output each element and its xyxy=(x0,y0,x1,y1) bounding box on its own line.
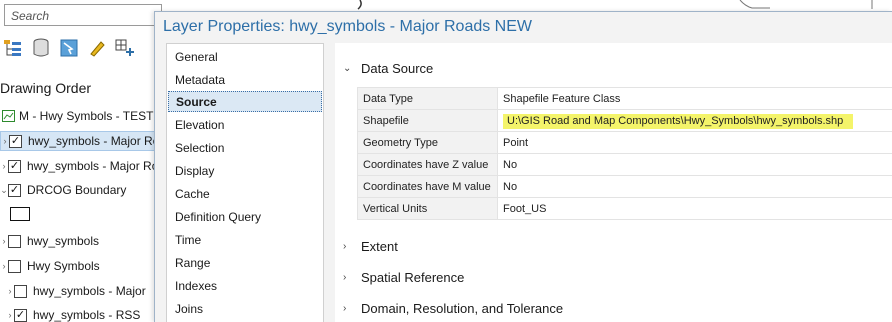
nav-item-time[interactable]: Time xyxy=(168,229,322,250)
nav-item-definition-query[interactable]: Definition Query xyxy=(168,206,322,227)
layer-row[interactable]: › hwy_symbols - Major xyxy=(6,281,146,301)
layer-visibility-checkbox[interactable] xyxy=(8,234,21,248)
layer-row[interactable]: › ✓ hwy_symbols - RSS xyxy=(6,305,141,322)
section-extent[interactable]: › Extent xyxy=(343,239,398,254)
layer-label: hwy_symbols - Major Ro xyxy=(28,134,160,148)
section-label: Extent xyxy=(361,239,398,254)
nav-item-selection[interactable]: Selection xyxy=(168,137,322,158)
layer-properties-dialog: Layer Properties: hwy_symbols - Major Ro… xyxy=(154,11,892,322)
property-value: Shapefile Feature Class xyxy=(497,87,892,110)
map-canvas-strokes xyxy=(357,0,873,10)
property-key: Shapefile xyxy=(357,109,498,132)
section-label: Domain, Resolution, and Tolerance xyxy=(361,301,564,316)
drawing-order-heading: Drawing Order xyxy=(0,80,92,96)
properties-nav-list: General Metadata Source Elevation Select… xyxy=(166,43,324,322)
layer-label: hwy_symbols - RSS xyxy=(33,308,141,322)
property-value: No xyxy=(497,175,892,198)
nav-item-display[interactable]: Display xyxy=(168,160,322,181)
layer-visibility-checkbox[interactable]: ✓ xyxy=(8,159,21,173)
table-row: Data Type Shapefile Feature Class xyxy=(357,87,892,110)
nav-item-general[interactable]: General xyxy=(168,46,322,67)
contents-toolbar xyxy=(2,36,136,60)
property-key: Vertical Units xyxy=(357,197,498,220)
expand-icon[interactable]: › xyxy=(0,161,8,171)
chevron-down-icon: ⌄ xyxy=(343,63,352,74)
list-by-source-icon[interactable] xyxy=(30,37,52,59)
table-row: Vertical Units Foot_US xyxy=(357,197,892,220)
nav-item-metadata[interactable]: Metadata xyxy=(168,69,322,90)
property-key: Coordinates have Z value xyxy=(357,153,498,176)
layer-visibility-checkbox[interactable]: ✓ xyxy=(8,183,21,197)
expand-icon[interactable]: › xyxy=(0,261,8,271)
layer-label: Hwy Symbols xyxy=(27,259,100,273)
layer-visibility-checkbox[interactable] xyxy=(14,284,27,298)
layer-row[interactable]: ⌄ ✓ DRCOG Boundary xyxy=(0,180,126,200)
list-by-drawing-order-icon[interactable] xyxy=(2,37,24,59)
layer-row[interactable]: M - Hwy Symbols - TEST xyxy=(0,106,153,126)
layer-label: hwy_symbols - Major xyxy=(33,284,146,298)
property-value: Foot_US xyxy=(497,197,892,220)
layer-row[interactable]: › Hwy Symbols xyxy=(0,256,100,276)
nav-item-source[interactable]: Source xyxy=(168,91,322,112)
section-domain-resolution-tolerance[interactable]: › Domain, Resolution, and Tolerance xyxy=(343,301,563,316)
section-spatial-reference[interactable]: › Spatial Reference xyxy=(343,270,464,285)
search-input[interactable]: Search xyxy=(4,4,162,26)
property-key: Geometry Type xyxy=(357,131,498,154)
collapse-icon[interactable]: ⌄ xyxy=(0,185,8,196)
chevron-right-icon: › xyxy=(343,303,347,314)
dialog-title: Layer Properties: hwy_symbols - Major Ro… xyxy=(163,18,533,35)
table-row: Coordinates have M value No xyxy=(357,175,892,198)
chevron-right-icon: › xyxy=(343,272,347,283)
layer-row[interactable]: › hwy_symbols xyxy=(0,231,100,251)
chevron-right-icon: › xyxy=(343,241,347,252)
layer-label: DRCOG Boundary xyxy=(27,183,127,197)
nav-item-range[interactable]: Range xyxy=(168,252,322,273)
layer-label: hwy_symbols - Major Ro xyxy=(27,159,159,173)
property-key: Coordinates have M value xyxy=(357,175,498,198)
property-key: Data Type xyxy=(357,87,498,110)
table-row: Geometry Type Point xyxy=(357,131,892,154)
layer-visibility-checkbox[interactable]: ✓ xyxy=(14,308,27,322)
expand-icon[interactable]: › xyxy=(1,136,9,146)
map-icon xyxy=(2,110,15,122)
layer-row-selected[interactable]: › ✓ hwy_symbols - Major Ro xyxy=(0,131,166,151)
property-value: Point xyxy=(497,131,892,154)
property-value: No xyxy=(497,153,892,176)
shapefile-path: U:\GIS Road and Map Components\Hwy_Symbo… xyxy=(503,113,854,129)
table-row: Shapefile U:\GIS Road and Map Components… xyxy=(357,109,892,132)
contents-pane: Search Drawing Order M - Hwy Symbols - T… xyxy=(0,0,170,322)
boundary-legend-swatch xyxy=(10,207,30,221)
section-label: Data Source xyxy=(361,61,434,76)
search-placeholder: Search xyxy=(11,9,50,23)
section-data-source[interactable]: ⌄ Data Source xyxy=(343,61,433,76)
nav-item-elevation[interactable]: Elevation xyxy=(168,114,322,135)
layer-label: hwy_symbols xyxy=(27,234,100,248)
expand-icon[interactable]: › xyxy=(6,286,14,296)
layer-visibility-checkbox[interactable]: ✓ xyxy=(9,134,22,148)
layer-row[interactable]: › ✓ hwy_symbols - Major Ro xyxy=(0,156,159,176)
expand-icon[interactable]: › xyxy=(6,310,14,320)
section-label: Spatial Reference xyxy=(361,270,465,285)
expand-icon[interactable]: › xyxy=(0,236,8,246)
nav-item-cache[interactable]: Cache xyxy=(168,183,322,204)
list-by-selection-icon[interactable] xyxy=(58,37,80,59)
source-content-panel: ⌄ Data Source Data Type Shapefile Featur… xyxy=(335,43,892,322)
list-by-snapping-icon[interactable] xyxy=(114,37,136,59)
list-by-editing-icon[interactable] xyxy=(86,37,108,59)
data-source-table: Data Type Shapefile Feature Class Shapef… xyxy=(357,87,892,220)
property-value-shapefile[interactable]: U:\GIS Road and Map Components\Hwy_Symbo… xyxy=(497,109,892,132)
layer-label: M - Hwy Symbols - TEST xyxy=(19,109,154,123)
table-row: Coordinates have Z value No xyxy=(357,153,892,176)
layer-visibility-checkbox[interactable] xyxy=(8,259,21,273)
nav-item-indexes[interactable]: Indexes xyxy=(168,275,322,296)
nav-item-joins[interactable]: Joins xyxy=(168,298,322,319)
